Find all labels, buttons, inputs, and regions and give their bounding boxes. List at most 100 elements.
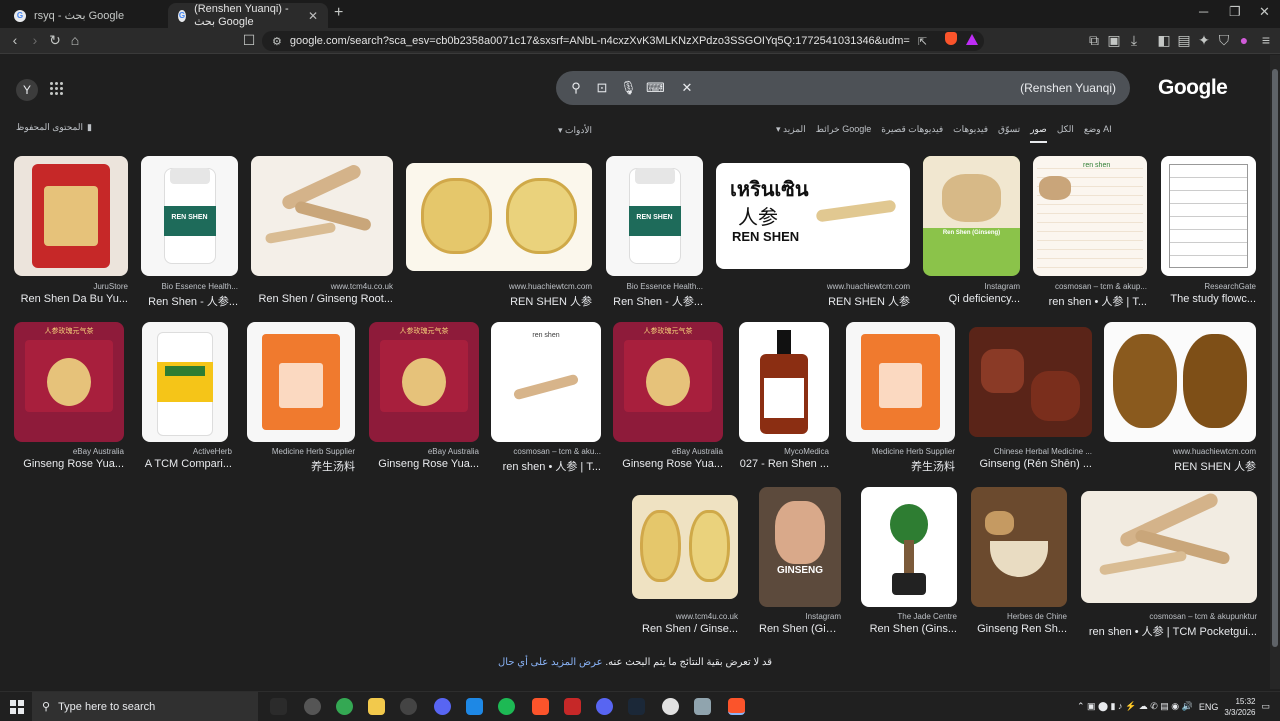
result-thumbnail[interactable]: Ren Shen (Ginseng)	[923, 156, 1020, 276]
tab-short-videos[interactable]: فيديوهات قصيرة	[881, 124, 943, 143]
result-thumbnail[interactable]: ren shen	[491, 322, 601, 442]
result-source[interactable]: Bio Essence Health...	[606, 282, 703, 291]
close-window-icon[interactable]: ✕	[1259, 4, 1270, 20]
sidebar-icon[interactable]: ◧	[1155, 32, 1173, 49]
result-source[interactable]: JuruStore	[14, 282, 128, 291]
tab-maps[interactable]: خرائط Google	[816, 124, 872, 143]
result-thumbnail[interactable]: REN SHEN	[141, 156, 238, 276]
result-thumbnail[interactable]	[14, 156, 128, 276]
share-icon[interactable]: ⇱	[918, 35, 927, 48]
result-thumbnail[interactable]	[739, 322, 829, 442]
result-title[interactable]: 养生汤料	[846, 458, 955, 474]
forward-icon[interactable]: ›	[26, 32, 44, 48]
result-source[interactable]: Bio Essence Health...	[141, 282, 238, 291]
file-explorer-icon[interactable]	[368, 698, 385, 715]
result-title[interactable]: ren shen • 人参 | T...	[491, 458, 601, 474]
settings-app-icon[interactable]	[304, 698, 321, 715]
search-icon[interactable]: ⚲	[568, 80, 584, 96]
result-thumbnail[interactable]: GINSENG	[759, 487, 841, 607]
discord-app-icon[interactable]	[596, 698, 613, 715]
result-title[interactable]: ren shen • 人参 | TCM Pocketgui...	[1081, 623, 1257, 639]
taskbar-search-box[interactable]: ⚲ Type here to search	[32, 692, 258, 721]
result-thumbnail[interactable]	[406, 163, 592, 271]
page-scrollbar[interactable]	[1270, 55, 1280, 689]
brave-app-icon[interactable]	[532, 698, 549, 715]
reload-icon[interactable]: ↻	[46, 32, 64, 49]
result-source[interactable]: Instagram	[923, 282, 1020, 291]
task-view-icon[interactable]	[270, 698, 287, 715]
result-title[interactable]: REN SHEN 人参	[406, 293, 592, 309]
result-source[interactable]: Herbes de Chine	[971, 612, 1067, 621]
windows-start-icon[interactable]	[10, 700, 24, 714]
result-title[interactable]: REN SHEN 人参	[716, 293, 910, 309]
keyboard-icon[interactable]: ⌨	[646, 80, 665, 96]
discord-app-icon[interactable]	[434, 698, 451, 715]
result-title[interactable]: Qi deficiency...	[923, 293, 1020, 305]
google-apps-icon[interactable]	[50, 82, 63, 95]
result-title[interactable]: 养生汤料	[247, 458, 355, 474]
result-title[interactable]: 027 - Ren Shen ...	[739, 458, 829, 470]
result-title[interactable]: Ginseng Rose Yua...	[369, 458, 479, 470]
result-source[interactable]: eBay Australia	[369, 447, 479, 456]
app-icon[interactable]	[564, 698, 581, 715]
result-title[interactable]: Ginseng (Rén Shēn) ...	[969, 458, 1092, 470]
tab-more[interactable]: ▾ المزيد	[776, 124, 806, 143]
result-title[interactable]: ren shen • 人参 | T...	[1033, 293, 1147, 309]
scrollbar-thumb[interactable]	[1272, 69, 1278, 647]
tab-ai-mode[interactable]: وضع AI	[1084, 124, 1112, 143]
avatar[interactable]: Y	[16, 79, 38, 101]
result-title[interactable]: Ren Shen - 人参...	[606, 293, 703, 309]
app-icon[interactable]	[662, 698, 679, 715]
result-thumbnail[interactable]: 人参玫瑰元气茶	[369, 322, 479, 442]
result-thumbnail[interactable]: เหรินเซิน 人参 REN SHEN	[716, 163, 910, 269]
result-thumbnail[interactable]: 人参玫瑰元气茶	[14, 322, 124, 442]
result-title[interactable]: The study flowc...	[1161, 293, 1256, 305]
result-source[interactable]: cosmosan – tcm & akup...	[1033, 282, 1147, 291]
result-title[interactable]: Ren Shen (Gins...	[759, 623, 841, 635]
leo-ai-icon[interactable]: ✦	[1195, 32, 1213, 49]
brave-active-app-icon[interactable]	[728, 698, 745, 715]
show-more-link[interactable]: عرض المزيد على أي حال	[498, 657, 603, 668]
result-title[interactable]: Ren Shen / Ginse...	[632, 623, 738, 635]
result-source[interactable]: cosmosan – tcm & akupunktur	[1081, 612, 1257, 621]
search-input[interactable]: (Renshen Yuanqi)	[1020, 81, 1116, 95]
result-title[interactable]: Ren Shen Da Bu Yu...	[14, 293, 128, 305]
bookmark-icon[interactable]: ☐	[240, 32, 258, 49]
chrome-app-icon[interactable]	[336, 698, 353, 715]
result-thumbnail[interactable]	[251, 156, 393, 276]
result-title[interactable]: Ginseng Ren Sh...	[971, 623, 1067, 635]
result-title[interactable]: Ren Shen (Gins...	[861, 623, 957, 635]
result-source[interactable]: www.huachiewtcm.com	[716, 282, 910, 291]
tab-renshen[interactable]: G (Renshen Yuanqi) - بحث Google ✕	[168, 3, 328, 28]
vpn-icon[interactable]: ⛉	[1215, 32, 1233, 49]
app-icon[interactable]	[694, 698, 711, 715]
result-source[interactable]: MycoMedica	[739, 447, 829, 456]
tab-shopping[interactable]: تسوّق	[998, 124, 1020, 143]
clock[interactable]: 15:32 3/3/2026	[1224, 696, 1255, 718]
result-thumbnail[interactable]	[632, 495, 738, 599]
google-logo[interactable]: Google	[1158, 76, 1228, 100]
result-source[interactable]: eBay Australia	[613, 447, 723, 456]
spotify-app-icon[interactable]	[498, 698, 515, 715]
minimize-icon[interactable]: ─	[1199, 4, 1208, 19]
result-title[interactable]: Ginseng Rose Yua...	[613, 458, 723, 470]
result-thumbnail[interactable]	[846, 322, 955, 442]
result-source[interactable]: www.huachiewtcm.com	[1104, 447, 1256, 456]
result-source[interactable]: Chinese Herbal Medicine ...	[969, 447, 1092, 456]
new-tab-button[interactable]: +	[334, 4, 343, 22]
tab-videos[interactable]: فيديوهات	[953, 124, 988, 143]
result-thumbnail[interactable]	[971, 487, 1067, 607]
result-source[interactable]: Instagram	[759, 612, 841, 621]
result-source[interactable]: The Jade Centre	[861, 612, 957, 621]
result-thumbnail[interactable]	[1081, 491, 1257, 603]
result-source[interactable]: eBay Australia	[14, 447, 124, 456]
result-thumbnail[interactable]	[969, 327, 1092, 437]
extensions-icon[interactable]: ⧉	[1085, 32, 1103, 49]
result-source[interactable]: cosmosan – tcm & aku...	[491, 447, 601, 456]
result-thumbnail[interactable]: 人参玫瑰元气茶	[613, 322, 723, 442]
result-title[interactable]: Ren Shen / Ginseng Root...	[251, 293, 393, 305]
close-tab-icon[interactable]: ✕	[308, 9, 318, 23]
microphone-icon[interactable]: 🎙	[620, 80, 637, 96]
clear-search-icon[interactable]: ✕	[679, 80, 695, 96]
back-icon[interactable]: ‹	[6, 32, 24, 48]
